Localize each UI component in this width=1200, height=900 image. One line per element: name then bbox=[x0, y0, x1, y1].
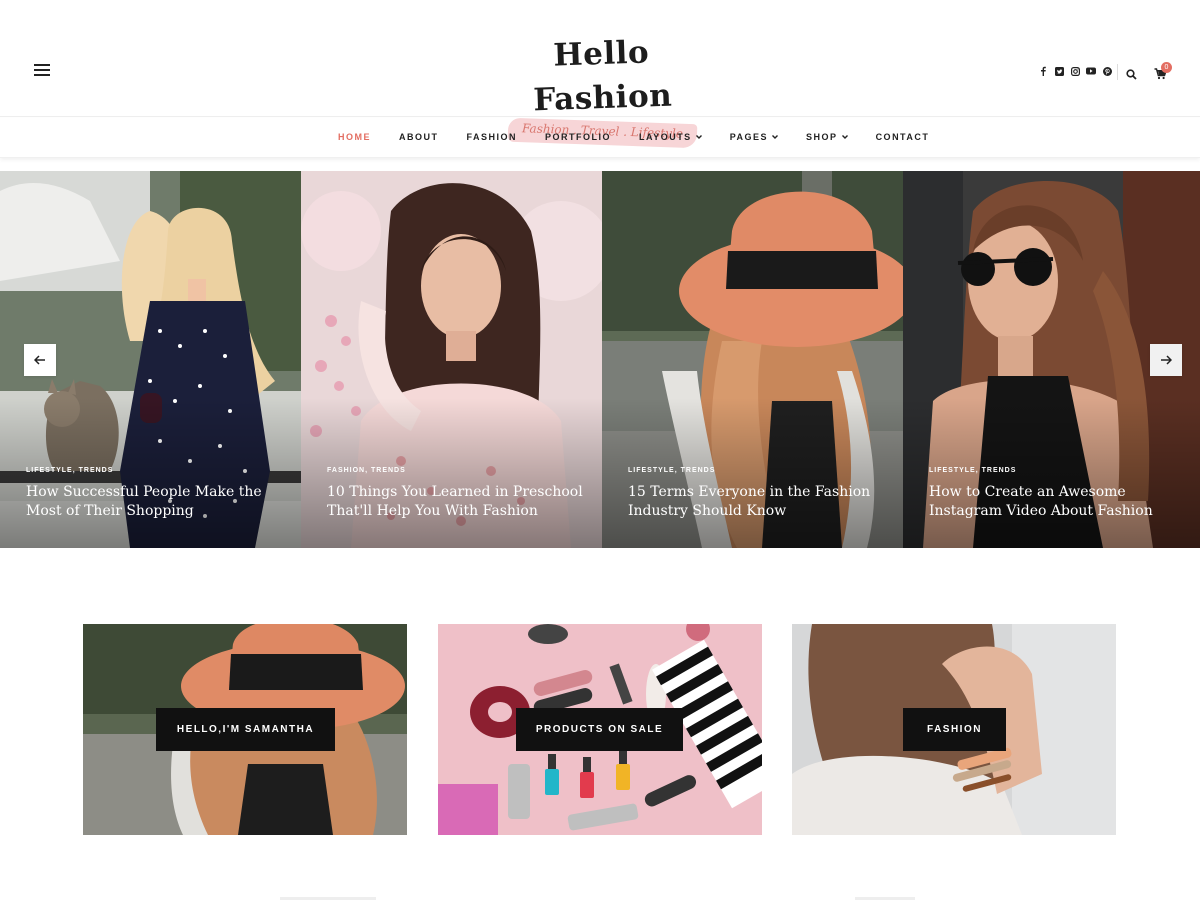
nav-item-contact[interactable]: CONTACT bbox=[876, 132, 930, 142]
header-divider bbox=[1117, 64, 1118, 80]
slider-next-button[interactable] bbox=[1150, 344, 1182, 376]
slide-categories[interactable]: LIFESTYLE, TRENDS bbox=[26, 467, 113, 474]
slide-title[interactable]: How to Create an Awesome Instagram Video… bbox=[929, 483, 1191, 521]
site-header: Hello Fashion Fashion . Travel . Lifesty… bbox=[0, 0, 1200, 149]
nav-item-label: SHOP bbox=[806, 132, 838, 142]
nav-item-about[interactable]: ABOUT bbox=[399, 132, 439, 142]
promo-fashion[interactable]: FASHION bbox=[792, 624, 1116, 835]
slide-categories[interactable]: FASHION, TRENDS bbox=[327, 467, 406, 474]
slide-title[interactable]: 15 Terms Everyone in the Fashion Industr… bbox=[628, 483, 890, 521]
slide-categories[interactable]: LIFESTYLE, TRENDS bbox=[929, 467, 1016, 474]
nav-item-pages[interactable]: PAGES bbox=[729, 132, 779, 142]
featured-slider: LIFESTYLE, TRENDS How Successful People … bbox=[0, 171, 1200, 548]
logo-title: Hello Fashion bbox=[532, 34, 673, 119]
social-links bbox=[1038, 66, 1112, 76]
nav-item-shop[interactable]: SHOP bbox=[806, 132, 848, 142]
nav-item-home[interactable]: HOME bbox=[338, 132, 371, 142]
nav-item-portfolio[interactable]: PORTFOLIO bbox=[545, 132, 611, 142]
promo-label: PRODUCTS ON SALE bbox=[516, 708, 683, 751]
twitter-icon[interactable] bbox=[1054, 66, 1064, 76]
slide-title[interactable]: How Successful People Make the Most of T… bbox=[26, 483, 288, 521]
nav-item-layouts[interactable]: LAYOUTS bbox=[639, 132, 702, 142]
promo-about[interactable]: HELLO,I'M SAMANTHA bbox=[83, 624, 407, 835]
chevron-down-icon bbox=[772, 135, 779, 139]
nav-item-fashion[interactable]: FASHION bbox=[467, 132, 518, 142]
nav-item-label: HOME bbox=[338, 132, 371, 142]
promo-label: HELLO,I'M SAMANTHA bbox=[156, 708, 335, 751]
slide-categories[interactable]: LIFESTYLE, TRENDS bbox=[628, 467, 715, 474]
nav-item-label: LAYOUTS bbox=[639, 132, 692, 142]
promo-sale[interactable]: PRODUCTS ON SALE bbox=[438, 624, 762, 835]
nav-item-label: FASHION bbox=[466, 132, 518, 142]
slider-prev-button[interactable] bbox=[24, 344, 56, 376]
slide-title[interactable]: 10 Things You Learned in Preschool That'… bbox=[327, 483, 589, 521]
facebook-icon[interactable] bbox=[1038, 66, 1048, 76]
nav-item-label: PAGES bbox=[729, 132, 769, 142]
slide[interactable]: LIFESTYLE, TRENDS 15 Terms Everyone in t… bbox=[602, 171, 903, 548]
nav-item-label: PORTFOLIO bbox=[545, 132, 612, 142]
youtube-icon[interactable] bbox=[1086, 66, 1096, 76]
promo-label: FASHION bbox=[903, 708, 1006, 751]
arrow-left-icon bbox=[34, 355, 45, 365]
hamburger-menu-icon[interactable] bbox=[34, 64, 50, 78]
nav-item-label: ABOUT bbox=[399, 132, 439, 142]
search-icon[interactable] bbox=[1126, 67, 1137, 80]
chevron-down-icon bbox=[695, 135, 702, 139]
cart-count-badge: 0 bbox=[1161, 62, 1172, 73]
site-logo[interactable]: Hello Fashion Fashion . Travel . Lifesty… bbox=[500, 32, 704, 149]
instagram-icon[interactable] bbox=[1070, 66, 1080, 76]
nav-item-label: CONTACT bbox=[875, 132, 930, 142]
slide[interactable]: FASHION, TRENDS 10 Things You Learned in… bbox=[301, 171, 602, 548]
chevron-down-icon bbox=[841, 135, 848, 139]
arrow-right-icon bbox=[1161, 355, 1172, 365]
main-nav: HOME ABOUT FASHION PORTFOLIO LAYOUTS PAG… bbox=[0, 118, 1200, 158]
pinterest-icon[interactable] bbox=[1102, 66, 1112, 76]
